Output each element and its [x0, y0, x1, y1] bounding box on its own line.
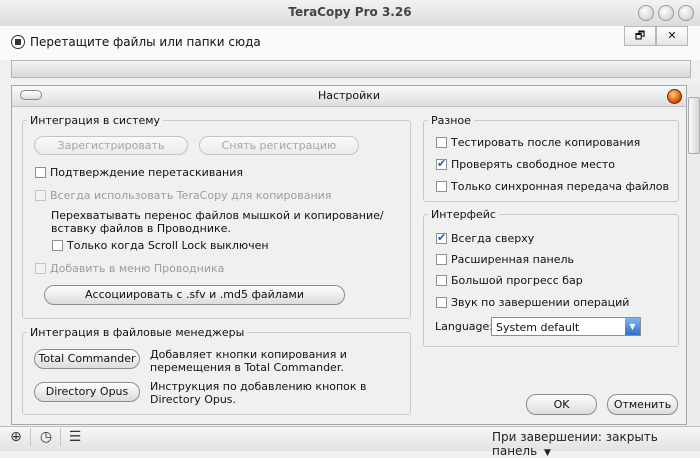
divider	[60, 428, 61, 446]
test-after-copy-checkbox[interactable]: Тестировать после копирования	[436, 136, 640, 149]
checkbox-box[interactable]	[35, 167, 46, 178]
on-finish-dropdown[interactable]: При завершении: закрыть панель ▼	[492, 430, 700, 458]
sync-only-checkbox[interactable]: Только синхронная передача файлов	[436, 180, 669, 193]
checkbox-box[interactable]	[436, 254, 447, 265]
close-icon[interactable]: ✕	[656, 26, 688, 46]
total-commander-button[interactable]: Total Commander	[34, 349, 140, 369]
big-progress-label: Большой прогресс бар	[451, 274, 583, 287]
check-free-space-label: Проверять свободное место	[451, 158, 616, 171]
progress-bar	[11, 60, 691, 78]
file-managers-legend: Интеграция в файловые менеджеры	[30, 326, 245, 339]
maximize-button[interactable]	[658, 5, 674, 21]
explorer-menu-checkbox[interactable]: Добавить в меню Проводника	[35, 262, 224, 275]
extended-panel-checkbox[interactable]: Расширенная панель	[436, 253, 574, 266]
checkbox-box[interactable]	[436, 297, 447, 308]
scroll-lock-checkbox[interactable]: Только когда Scroll Lock выключен	[52, 239, 269, 252]
add-icon[interactable]: ⊕	[5, 428, 27, 446]
stop-icon[interactable]	[11, 35, 25, 49]
total-commander-description: Добавляет кнопки копирования и перемещен…	[150, 348, 347, 374]
clock-icon[interactable]: ◷	[35, 428, 57, 446]
misc-legend: Разное	[431, 114, 471, 127]
dialog-title: Настройки	[317, 89, 381, 102]
intercept-description: Перехватывать перенос файлов мышкой и ко…	[51, 209, 384, 235]
always-use-label: Всегда использовать TeraCopy для копиров…	[50, 189, 332, 202]
language-label: Language:	[435, 320, 493, 333]
checkbox-box[interactable]	[436, 231, 447, 244]
register-button[interactable]: Зарегистрировать	[34, 136, 188, 155]
checkbox-box[interactable]	[52, 240, 63, 251]
directory-opus-description: Инструкция по добавлению кнопок в Direct…	[150, 380, 367, 406]
interface-legend: Интерфейс	[431, 208, 496, 221]
extended-panel-label: Расширенная панель	[451, 253, 575, 266]
directory-opus-button[interactable]: Directory Opus	[34, 382, 140, 402]
minimize-button[interactable]	[638, 5, 654, 21]
checkbox-box[interactable]	[436, 275, 447, 286]
checkbox-box[interactable]	[35, 190, 46, 201]
confirm-drag-checkbox[interactable]: Подтверждение перетаскивания	[35, 166, 243, 179]
always-on-top-label: Всегда сверху	[451, 232, 535, 245]
unregister-button[interactable]: Снять регистрацию	[199, 136, 359, 155]
checkbox-box[interactable]	[35, 263, 46, 274]
big-progress-checkbox[interactable]: Большой прогресс бар	[436, 274, 583, 287]
language-select[interactable]: System default ▼	[491, 317, 641, 336]
window-close-button[interactable]	[678, 5, 694, 21]
restore-icon[interactable]: 🗗	[624, 26, 656, 46]
sound-on-finish-checkbox[interactable]: Звук по завершении операций	[436, 296, 629, 309]
on-finish-label: При завершении: закрыть панель	[492, 430, 658, 458]
explorer-menu-label: Добавить в меню Проводника	[50, 262, 225, 275]
confirm-drag-label: Подтверждение перетаскивания	[50, 166, 244, 179]
ok-button[interactable]: OK	[526, 394, 597, 415]
always-use-checkbox[interactable]: Всегда использовать TeraCopy для копиров…	[35, 189, 331, 202]
scrollbar-thumb[interactable]	[688, 97, 700, 154]
drop-zone-text: Перетащите файлы или папки сюда	[30, 35, 261, 49]
checkbox-box[interactable]	[436, 181, 447, 192]
checkbox-box[interactable]	[436, 157, 447, 170]
integration-legend: Интеграция в систему	[30, 114, 161, 127]
associate-button[interactable]: Ассоциировать с .sfv и .md5 файлами	[44, 285, 345, 305]
chevron-down-icon[interactable]: ▼	[625, 318, 640, 335]
cancel-button[interactable]: Отменить	[607, 394, 678, 415]
check-free-space-checkbox[interactable]: Проверять свободное место	[436, 157, 616, 171]
window-title: TeraCopy Pro 3.26	[288, 5, 412, 19]
checkbox-box[interactable]	[436, 137, 447, 148]
always-on-top-checkbox[interactable]: Всегда сверху	[436, 231, 535, 245]
dialog-close-icon[interactable]	[667, 89, 682, 104]
sync-only-label: Только синхронная передача файлов	[451, 180, 670, 193]
scroll-lock-label: Только когда Scroll Lock выключен	[67, 239, 269, 252]
list-icon[interactable]: ☰	[64, 428, 86, 446]
divider	[30, 428, 31, 446]
test-after-copy-label: Тестировать после копирования	[451, 136, 641, 149]
language-value: System default	[496, 321, 580, 334]
sound-on-finish-label: Звук по завершении операций	[451, 296, 630, 309]
